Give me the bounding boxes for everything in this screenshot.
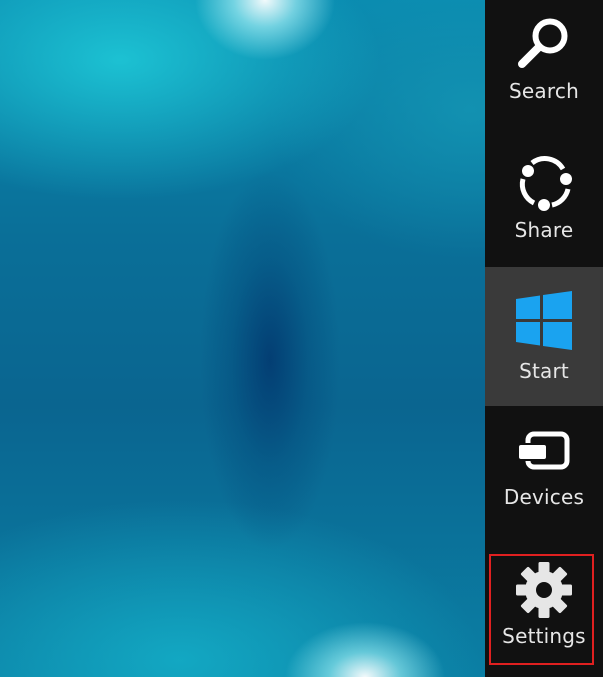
screen: Search Share Start Devices Settings: [0, 0, 603, 677]
charm-share[interactable]: Share: [485, 139, 603, 278]
windows-logo-icon: [485, 289, 603, 353]
gear-icon: [485, 557, 603, 621]
share-icon: [485, 151, 603, 215]
devices-icon: [485, 418, 603, 482]
charm-label-share: Share: [514, 218, 574, 242]
charm-label-settings: Settings: [502, 624, 586, 648]
charms-bar: Search Share Start Devices Settings: [485, 0, 603, 677]
desktop-background: [0, 0, 485, 677]
charm-label-start: Start: [519, 359, 569, 383]
charm-settings[interactable]: Settings: [485, 545, 603, 677]
search-icon: [485, 12, 603, 76]
charm-label-devices: Devices: [503, 485, 585, 509]
charm-devices[interactable]: Devices: [485, 406, 603, 545]
charm-search[interactable]: Search: [485, 0, 603, 139]
charm-start[interactable]: Start: [485, 267, 603, 406]
charm-label-search: Search: [509, 79, 579, 103]
